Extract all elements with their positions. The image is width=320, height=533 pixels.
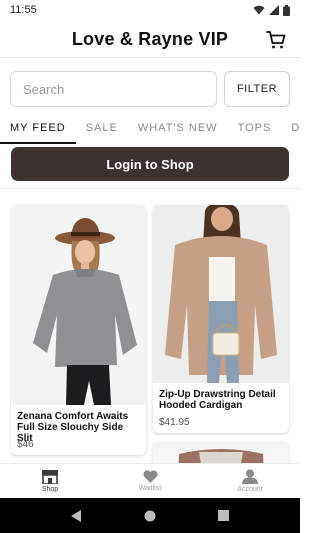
status-icons [253,4,290,16]
tab-my-feed[interactable]: MY FEED [0,116,76,144]
product-price: $41.95 [159,417,190,428]
product-card[interactable] [153,442,289,464]
battery-icon [283,4,290,16]
divider [0,188,300,189]
account-icon [242,469,258,484]
category-tabs: MY FEED SALE WHAT'S NEW TOPS DRES [0,116,300,144]
heart-icon [142,470,158,483]
product-image [153,205,289,383]
product-name: Zenana Comfort Awaits Full Size Slouchy … [17,411,129,444]
nav-account[interactable]: Account [200,464,300,498]
tab-sale[interactable]: SALE [76,116,128,144]
shop-icon [42,469,58,484]
home-icon[interactable] [144,510,156,522]
product-grid: Zenana Comfort Awaits Full Size Slouchy … [10,204,290,464]
tab-whats-new[interactable]: WHAT'S NEW [128,116,228,144]
app-title: Love & Rayne VIP [71,29,229,49]
nav-account-label: Account [237,486,263,493]
search-input[interactable] [10,71,217,107]
back-icon[interactable] [70,509,83,522]
nav-shop-label: Shop [41,485,59,493]
bottom-nav: Shop Waitlist Account [0,463,300,498]
product-price: $46 [17,439,34,450]
search-row: FILTER [10,71,290,107]
status-time: 11:55 [10,4,37,16]
recents-icon[interactable] [218,510,230,521]
login-to-shop-button[interactable]: Login to Shop [11,147,289,181]
system-nav-bar [0,498,300,533]
product-image [153,442,289,464]
product-image [11,205,146,405]
nav-waitlist-label: Waitlist [138,485,162,492]
tab-dresses[interactable]: DRES [281,116,300,144]
filter-button[interactable]: FILTER [224,71,290,107]
wifi-icon [253,5,265,15]
app-header: Love & Rayne VIP [0,22,300,58]
nav-shop[interactable]: Shop [0,464,100,498]
status-bar: 11:55 [0,0,300,20]
signal-icon [269,5,279,15]
product-card[interactable]: Zenana Comfort Awaits Full Size Slouchy … [11,205,146,455]
nav-waitlist[interactable]: Waitlist [100,464,200,498]
cart-button[interactable] [264,28,288,52]
tab-tops[interactable]: TOPS [228,116,282,144]
cart-icon [266,31,286,49]
product-card[interactable]: Zip-Up Drawstring Detail Hooded Cardigan… [153,205,289,433]
product-name: Zip-Up Drawstring Detail Hooded Cardigan [159,389,276,411]
